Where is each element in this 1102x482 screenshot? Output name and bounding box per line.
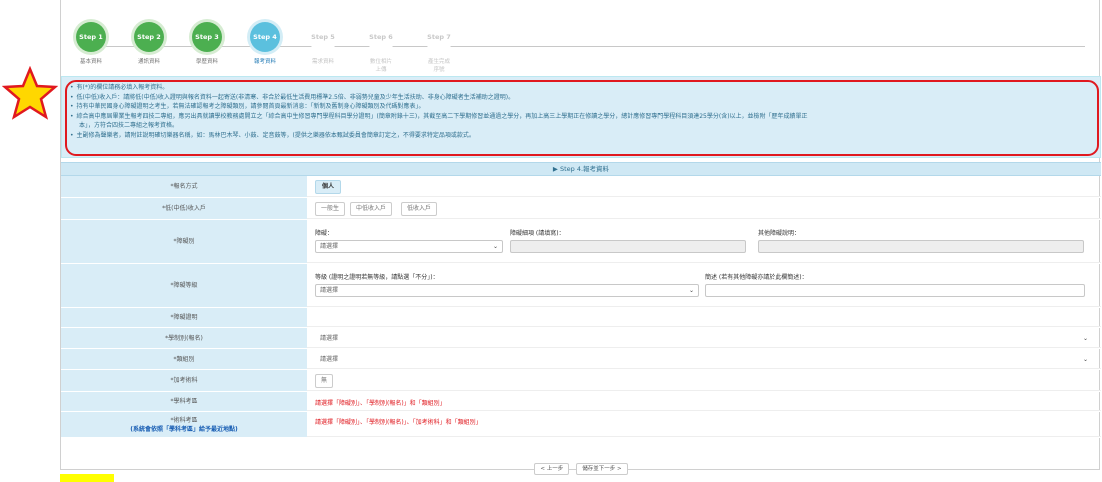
step-3[interactable]: Step 3 學歷資料 xyxy=(177,22,237,66)
label-department: *學制別(報名) xyxy=(61,328,307,348)
low-income-option-low[interactable]: 低收入戶 xyxy=(401,202,438,216)
extra-subject-field: 無 xyxy=(307,370,1101,391)
row-disability-grade: *障礙等級 等級 (證明之證明若無等級，請點選「不分」)： 請選擇 ⌄ 簡述 (… xyxy=(61,264,1101,308)
skill-area-field: 請選擇「障礙別」、「學制別(報名)」、「加考術科」和「類組別」 xyxy=(307,412,1101,437)
skill-area-title: *術科考區 xyxy=(170,416,198,424)
step-4[interactable]: Step 4 報考資料 xyxy=(235,22,295,66)
step-1-label: 基本資料 xyxy=(79,59,102,65)
skill-area-note: (系統會依照「學科考區」給予最近地點) xyxy=(130,425,238,433)
label-exam-area: *學科考區 xyxy=(61,392,307,411)
label-group: *類組別 xyxy=(61,349,307,369)
disability-field-label: 障礙： xyxy=(315,230,334,237)
skill-area-warning: 請選擇「障礙別」、「學制別(報名)」、「加考術科」和「類組別」 xyxy=(315,419,482,426)
step-7-label: 產生完成 序號 xyxy=(427,59,450,73)
disability-proof-field xyxy=(307,308,1101,327)
disability-other-input xyxy=(758,240,1084,253)
signup-mode-field: 個人 xyxy=(307,176,1101,197)
row-department: *學制別(報名) 請選擇 ⌄ xyxy=(61,328,1101,349)
step-4-label: 報考資料 xyxy=(253,59,276,65)
step-5: Step 5 需求資料 xyxy=(293,22,353,66)
low-income-option-mid-low[interactable]: 中低收入戶 xyxy=(350,202,393,216)
chevron-down-icon: ⌄ xyxy=(492,243,498,250)
step-3-circle: Step 3 xyxy=(192,22,222,52)
low-income-field: 一般生 中低收入戶 低收入戶 xyxy=(307,198,1101,219)
extra-subject-none-button[interactable]: 無 xyxy=(315,374,334,388)
row-extra-subject: *加考術科 無 xyxy=(61,370,1101,392)
disability-grade-field: 等級 (證明之證明若無等級，請點選「不分」)： 請選擇 ⌄ 簡述 (若有其他障礙… xyxy=(307,264,1101,307)
step-6-circle: Step 6 xyxy=(366,22,396,52)
disability-select[interactable]: 請選擇 ⌄ xyxy=(315,240,503,253)
disability-type-field: 障礙： 請選擇 ⌄ 障礙細項 (請填寫)： 其他障礙說明： xyxy=(307,220,1101,263)
grade-field-label: 等級 (證明之證明若無等級，請點選「不分」)： xyxy=(315,274,439,281)
group-field: 請選擇 ⌄ xyxy=(307,349,1101,369)
step-6-label: 數位相片 上傳 xyxy=(369,59,392,73)
department-field: 請選擇 ⌄ xyxy=(307,328,1101,348)
disability-detail-label: 障礙細項 (請填寫)： xyxy=(510,230,565,237)
row-signup-mode: *報名方式 個人 xyxy=(61,176,1101,198)
step-5-label: 需求資料 xyxy=(311,59,334,65)
disability-select-value: 請選擇 xyxy=(320,243,339,250)
label-disability-proof: *障礙證明 xyxy=(61,308,307,327)
exam-area-field: 請選擇「障礙別」、「學制別(報名)」和「類組別」 xyxy=(307,392,1101,411)
disability-detail-input xyxy=(510,240,746,253)
step-4-circle: Step 4 xyxy=(250,22,280,52)
label-disability-grade: *障礙等級 xyxy=(61,264,307,307)
form-section-title: ▶ Step 4.報考資料 xyxy=(61,162,1101,176)
step-1-circle: Step 1 xyxy=(76,22,106,52)
step-5-circle: Step 5 xyxy=(308,22,338,52)
annotation-ring xyxy=(65,80,1099,156)
step-3-label: 學歷資料 xyxy=(195,59,218,65)
row-low-income: *低(中低)收入戶 一般生 中低收入戶 低收入戶 xyxy=(61,198,1101,220)
highlight-mark xyxy=(60,474,114,482)
chevron-down-icon: ⌄ xyxy=(1082,335,1088,342)
main-frame: Step 1 基本資料 Step 2 通訊資料 Step 3 學歷資料 Step… xyxy=(60,0,1101,475)
row-group: *類組別 請選擇 ⌄ xyxy=(61,349,1101,370)
star-annotation-icon xyxy=(2,66,58,120)
step-1[interactable]: Step 1 基本資料 xyxy=(61,22,121,66)
form-rows: *報名方式 個人 *低(中低)收入戶 一般生 中低收入戶 低收入戶 *障礙別 障… xyxy=(61,176,1101,438)
step-6: Step 6 數位相片 上傳 xyxy=(351,22,411,74)
step-2-circle: Step 2 xyxy=(134,22,164,52)
step-7-circle: Step 7 xyxy=(424,22,454,52)
row-exam-area: *學科考區 請選擇「障礙別」、「學制別(報名)」和「類組別」 xyxy=(61,392,1101,412)
label-skill-area: *術科考區 (系統會依照「學科考區」給予最近地點) xyxy=(61,412,307,437)
department-select[interactable]: 請選擇 ⌄ xyxy=(315,332,1093,345)
exam-area-warning: 請選擇「障礙別」、「學制別(報名)」和「類組別」 xyxy=(315,400,446,407)
notice-panel: 有(*)的欄位請務必填入報考資料。 低(中低)收入戶：請將低(中低)收入證明與報… xyxy=(61,76,1101,158)
group-select-value: 請選擇 xyxy=(320,356,339,363)
step-progress: Step 1 基本資料 Step 2 通訊資料 Step 3 學歷資料 Step… xyxy=(61,10,1101,73)
previous-step-button[interactable]: < 上一步 xyxy=(534,463,570,475)
label-low-income: *低(中低)收入戶 xyxy=(61,198,307,219)
row-skill-area: *術科考區 (系統會依照「學科考區」給予最近地點) 請選擇「障礙別」、「學制別(… xyxy=(61,412,1101,438)
step-2-label: 通訊資料 xyxy=(137,59,160,65)
form-nav: < 上一步 儲存並下一步 > xyxy=(61,455,1101,475)
chevron-down-icon: ⌄ xyxy=(1082,356,1088,363)
save-next-step-button[interactable]: 儲存並下一步 > xyxy=(576,463,628,475)
label-disability-type: *障礙別 xyxy=(61,220,307,263)
low-income-option-general[interactable]: 一般生 xyxy=(315,202,346,216)
signup-individual-button[interactable]: 個人 xyxy=(315,180,342,194)
step-2[interactable]: Step 2 通訊資料 xyxy=(119,22,179,66)
grade-desc-label: 簡述 (若有其他障礙亦請於此欄簡述)： xyxy=(705,274,808,281)
row-disability-proof: *障礙證明 xyxy=(61,308,1101,328)
grade-desc-input[interactable] xyxy=(705,284,1085,297)
grade-select[interactable]: 請選擇 ⌄ xyxy=(315,284,699,297)
disability-other-label: 其他障礙說明： xyxy=(758,230,801,237)
label-signup-mode: *報名方式 xyxy=(61,176,307,197)
step-7: Step 7 產生完成 序號 xyxy=(409,22,469,74)
group-select[interactable]: 請選擇 ⌄ xyxy=(315,353,1093,366)
label-extra-subject: *加考術科 xyxy=(61,370,307,391)
chevron-down-icon: ⌄ xyxy=(688,287,694,294)
row-disability-type: *障礙別 障礙： 請選擇 ⌄ 障礙細項 (請填寫)： 其他障礙說明： xyxy=(61,220,1101,264)
grade-select-value: 請選擇 xyxy=(320,287,339,294)
department-select-value: 請選擇 xyxy=(320,335,339,342)
